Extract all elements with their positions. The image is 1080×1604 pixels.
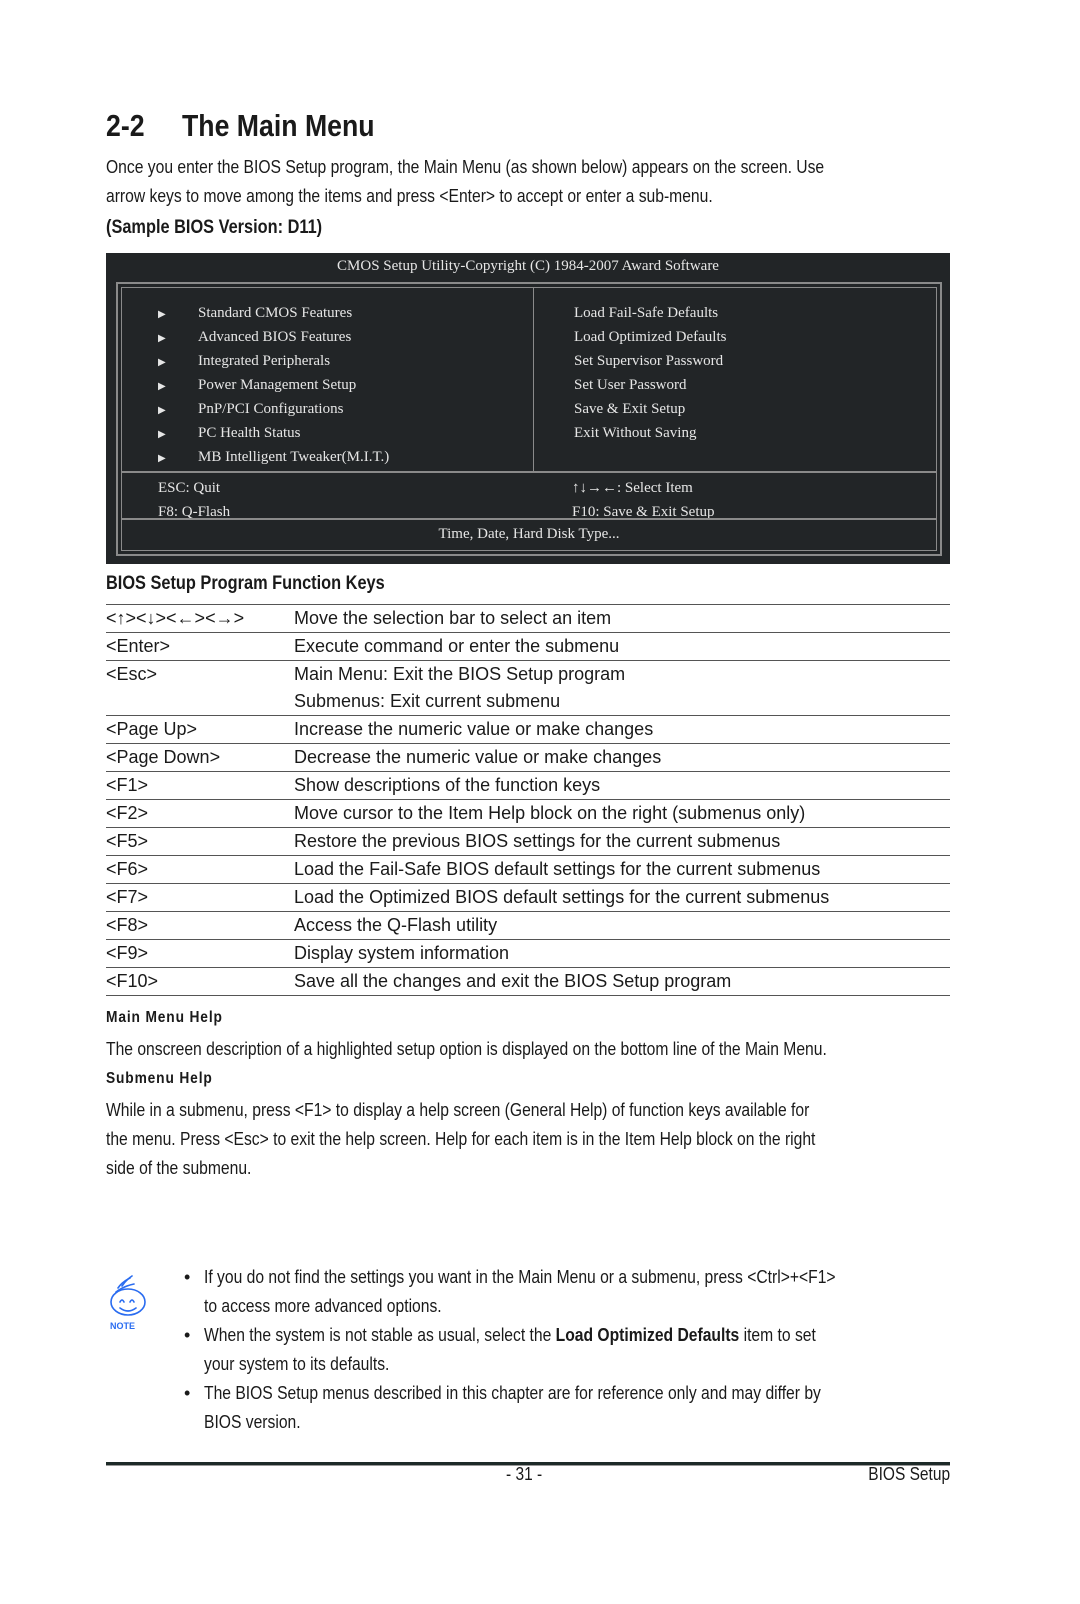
key-cell: <F1> [106,775,149,795]
table-row: <F1> Show descriptions of the function ke… [106,772,950,800]
bios-header: CMOS Setup Utility-Copyright (C) 1984-20… [337,258,719,274]
key-cell: <F2> [106,803,149,823]
description-cell: Move cursor to the Item Help block on th… [294,803,806,823]
bios-menu-item[interactable]: ▶ PC Health Status [158,421,301,445]
bios-column-divider [533,288,534,471]
key-cell: <Esc> [106,664,158,684]
description-cell: Submenus: Exit current submenu [294,691,561,711]
bios-menu-item[interactable]: Exit Without Saving [574,421,696,445]
submenu-help-heading: Submenu Help [106,1070,213,1087]
table-row: <F7> Load the Optimized BIOS default sett… [106,884,950,912]
table-row: <F2> Move cursor to the Item Help block o… [106,800,950,828]
main-menu-help-heading: Main Menu Help [106,1009,223,1026]
note-item: • If you do not find the settings you wa… [184,1267,836,1316]
bios-menu-item[interactable]: ▶ Advanced BIOS Features [158,325,351,349]
bios-divider [122,518,936,520]
key-cell: <Enter> [106,636,171,656]
bios-menu-item[interactable]: ▶ Standard CMOS Features [158,301,352,325]
triangle-right-icon: ▶ [158,405,166,416]
emphasis-text: Load Optimized Defaults [555,1325,740,1345]
smiley-note-icon: NOTE [110,1275,146,1331]
bios-item-description: Time, Date, Hard Disk Type... [438,526,620,542]
bios-menu-item[interactable]: Set Supervisor Password [574,349,723,373]
description-cell: Main Menu: Exit the BIOS Setup program [294,664,626,684]
footer-section-label: BIOS Setup [868,1464,950,1484]
svg-text:NOTE: NOTE [110,1321,135,1331]
bios-screenshot: CMOS Setup Utility-Copyright (C) 1984-20… [106,253,950,564]
note-list: • If you do not find the settings you wa… [184,1263,950,1437]
table-row: <F9> Display system information [106,940,950,968]
triangle-right-icon: ▶ [158,381,166,392]
submenu-help-text: While in a submenu, press <F1> to displa… [106,1100,816,1178]
key-cell: <F9> [106,943,149,963]
key-cell: <F7> [106,887,149,907]
section-number: 2-2 [106,108,145,143]
bios-menu-item[interactable]: ▶ MB Intelligent Tweaker(M.I.T.) [158,445,389,469]
description-cell: Save all the changes and exit the BIOS S… [294,971,732,991]
intro-paragraph: Once you enter the BIOS Setup program, t… [106,153,950,211]
bios-menu-item[interactable]: Load Optimized Defaults [574,325,726,349]
bios-key-hint: ESC: Quit [158,480,221,496]
key-cell: <Page Down> [106,747,221,767]
description-cell: Load the Optimized BIOS default settings… [294,887,830,907]
key-cell: <F5> [106,831,149,851]
triangle-right-icon: ▶ [158,453,166,464]
bios-divider [122,471,936,473]
bios-menu-item[interactable]: Set User Password [574,373,687,397]
function-keys-table: <↑><↓><←><→> Move the selection bar to se… [106,604,950,996]
main-menu-help-text: The onscreen description of a highlighte… [106,1039,827,1059]
table-row: <Esc> Main Menu: Exit the BIOS Setup prog… [106,661,950,716]
key-cell: <Page Up> [106,719,198,739]
bios-menu-item[interactable]: ▶ Integrated Peripherals [158,349,330,373]
note-item: • The BIOS Setup menus described in this… [184,1383,821,1432]
intro-line: Once you enter the BIOS Setup program, t… [106,157,825,177]
table-row: <↑><↓><←><→> Move the selection bar to se… [106,605,950,633]
bios-key-hint: ↑↓→←: Select Item [572,480,693,496]
description-cell: Execute command or enter the submenu [294,636,620,656]
key-cell: <F8> [106,915,149,935]
bios-frame: ▶ Standard CMOS Features ▶ Advanced BIOS F… [116,282,942,556]
table-row: <Page Up> Increase the numeric value or m… [106,716,950,744]
table-row: <Page Down> Decrease the numeric value or… [106,744,950,772]
table-row: <F8> Access the Q-Flash utility [106,912,950,940]
sample-bios-label: (Sample BIOS Version: D11) [106,217,323,238]
bios-menu-item[interactable]: ▶ Power Management Setup [158,373,356,397]
bios-menu-item[interactable]: Save & Exit Setup [574,397,685,421]
bios-key-hint: F8: Q-Flash [158,504,231,520]
triangle-right-icon: ▶ [158,429,166,440]
bios-menu-item[interactable]: Load Fail-Safe Defaults [574,301,718,325]
description-cell: Decrease the numeric value or make chang… [294,747,662,767]
description-cell: Access the Q-Flash utility [294,915,498,935]
triangle-right-icon: ▶ [158,309,166,320]
section-heading: The Main Menu [182,108,375,143]
description-cell: Display system information [294,943,510,963]
description-cell: Move the selection bar to select an item [294,608,612,628]
triangle-right-icon: ▶ [158,357,166,368]
bios-menu-item[interactable]: ▶ PnP/PCI Configurations [158,397,343,421]
note-item: • When the system is not stable as usual… [184,1325,816,1374]
bios-key-hint: F10: Save & Exit Setup [572,504,715,520]
description-cell: Increase the numeric value or make chang… [294,719,654,739]
table-row: <F6> Load the Fail-Safe BIOS default sett… [106,856,950,884]
key-cell: <F10> [106,971,159,991]
function-keys-heading: BIOS Setup Program Function Keys [106,573,385,594]
description-cell: Load the Fail-Safe BIOS default settings… [294,859,821,879]
section-title: 2-2 The Main Menu [106,108,406,144]
table-row: <F5> Restore the previous BIOS settings f… [106,828,950,856]
page-number: - 31 - [506,1464,543,1484]
key-cell: <F6> [106,859,149,879]
description-cell: Show descriptions of the function keys [294,775,601,795]
table-row: <F10> Save all the changes and exit the B… [106,968,950,996]
key-cell: <↑><↓><←><→> [106,608,245,628]
intro-line: arrow keys to move among the items and p… [106,186,713,206]
table-row: <Enter> Execute command or enter the subm… [106,633,950,661]
triangle-right-icon: ▶ [158,333,166,344]
description-cell: Restore the previous BIOS settings for t… [294,831,781,851]
